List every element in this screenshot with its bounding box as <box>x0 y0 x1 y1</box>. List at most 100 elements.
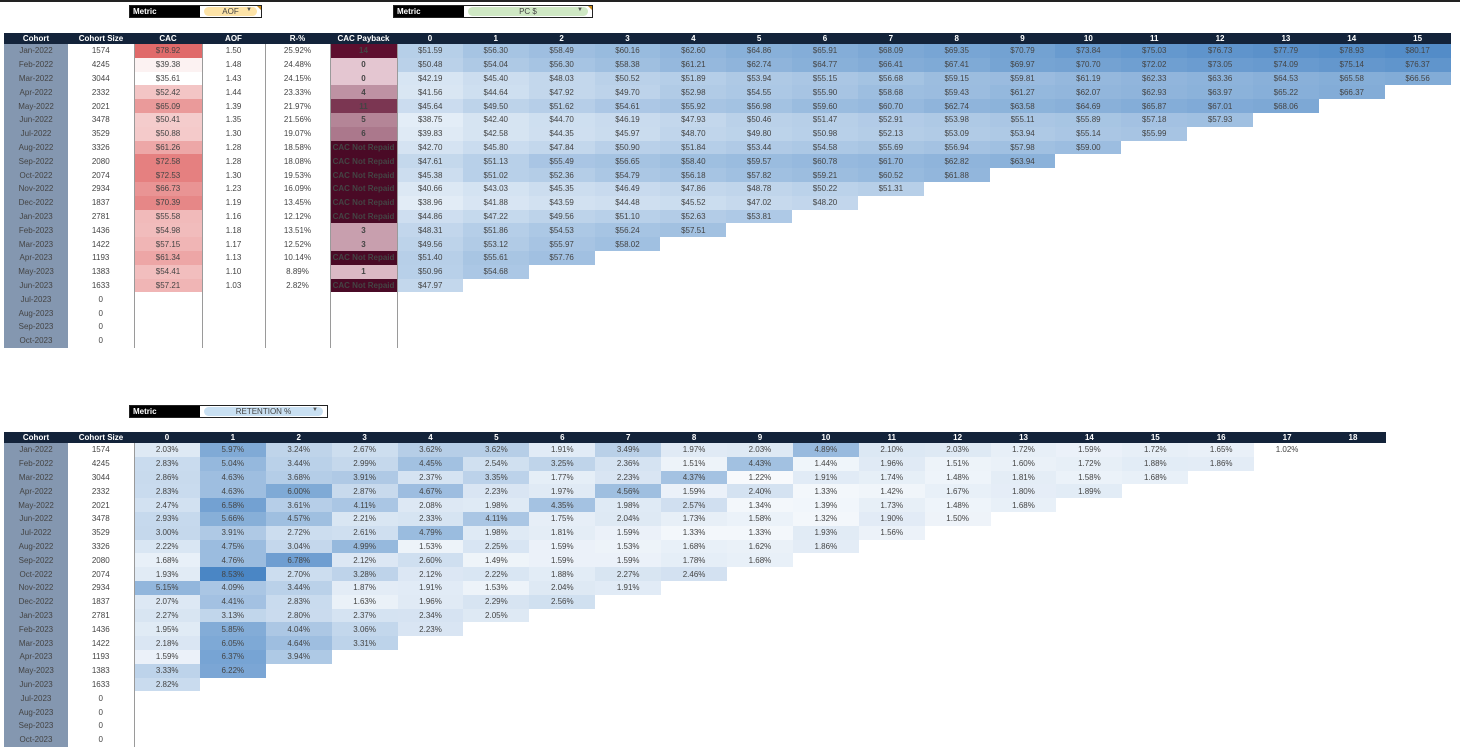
cohort-cell[interactable]: Jun-2023 <box>4 278 68 293</box>
aof-cell[interactable]: 1.13 <box>202 250 266 265</box>
empty-cell[interactable] <box>1254 622 1320 636</box>
column-header[interactable]: 16 <box>1188 432 1255 443</box>
empty-cell[interactable] <box>991 691 1057 705</box>
cac-cell[interactable]: $65.09 <box>134 99 203 113</box>
empty-cell[interactable] <box>1055 292 1121 306</box>
empty-cell[interactable] <box>1056 705 1122 719</box>
retention-value-cell[interactable]: 1.88% <box>529 567 596 581</box>
cohort-cell[interactable]: Feb-2023 <box>4 223 68 238</box>
retention-value-cell[interactable]: 2.56% <box>529 594 596 609</box>
cohort-size-cell[interactable]: 2332 <box>68 484 135 499</box>
aof-cell[interactable] <box>202 319 266 334</box>
pc-value-cell[interactable]: $62.74 <box>726 57 793 72</box>
empty-cell[interactable] <box>991 581 1057 595</box>
empty-cell[interactable] <box>1253 306 1319 320</box>
empty-cell[interactable] <box>266 664 332 678</box>
empty-cell[interactable] <box>1056 691 1122 705</box>
retention-value-cell[interactable]: 1.44% <box>792 456 859 471</box>
empty-cell[interactable] <box>1122 553 1188 567</box>
empty-cell[interactable] <box>529 320 595 334</box>
empty-cell[interactable] <box>1320 733 1386 747</box>
retention-value-cell[interactable]: 2.07% <box>134 594 200 609</box>
empty-cell[interactable] <box>727 595 793 609</box>
empty-cell[interactable] <box>1188 609 1254 623</box>
empty-cell[interactable] <box>726 334 792 348</box>
retention-value-cell[interactable]: 2.29% <box>463 594 530 609</box>
pc-value-cell[interactable]: $42.40 <box>462 112 529 127</box>
pc-value-cell[interactable]: $67.41 <box>923 57 990 72</box>
empty-cell[interactable] <box>529 609 595 623</box>
empty-cell[interactable] <box>1254 595 1320 609</box>
retention-value-cell[interactable]: 1.88% <box>1122 456 1189 471</box>
cohort-cell[interactable]: Jun-2022 <box>4 511 68 526</box>
empty-cell[interactable] <box>1254 705 1320 719</box>
pc-value-cell[interactable]: $50.98 <box>792 126 858 141</box>
pc-value-cell[interactable]: $77.79 <box>1252 44 1319 58</box>
cohort-cell[interactable]: Feb-2022 <box>4 456 68 471</box>
aof-cell[interactable]: 1.48 <box>202 57 266 72</box>
retention-value-cell[interactable]: 2.57% <box>661 498 728 512</box>
retention-pct-cell[interactable]: 21.97% <box>265 99 331 113</box>
empty-cell[interactable] <box>1320 622 1386 636</box>
empty-cell[interactable] <box>1254 526 1320 540</box>
retention-value-cell[interactable]: 1.72% <box>1122 443 1189 457</box>
empty-cell[interactable] <box>1320 691 1386 705</box>
retention-pct-cell[interactable]: 24.48% <box>265 57 331 72</box>
pc-value-cell[interactable]: $64.53 <box>1252 71 1319 86</box>
retention-value-cell[interactable]: 1.98% <box>463 498 530 512</box>
empty-cell[interactable] <box>1254 636 1320 650</box>
pc-value-cell[interactable]: $43.59 <box>528 195 595 210</box>
pc-value-cell[interactable]: $61.88 <box>923 168 990 182</box>
cohort-size-cell[interactable]: 2781 <box>68 608 135 623</box>
pc-value-cell[interactable]: $62.82 <box>923 154 990 169</box>
retention-value-cell[interactable]: 2.72% <box>265 525 332 540</box>
retention-value-cell[interactable]: 1.68% <box>727 553 793 568</box>
retention-pct-cell[interactable] <box>265 319 331 334</box>
pc-value-cell[interactable]: $65.22 <box>1252 85 1319 100</box>
empty-cell[interactable] <box>859 650 925 664</box>
retention-value-cell[interactable]: 3.06% <box>331 622 398 637</box>
empty-cell[interactable] <box>595 636 661 650</box>
empty-cell[interactable] <box>1122 664 1188 678</box>
empty-cell[interactable] <box>200 705 266 719</box>
pc-value-cell[interactable]: $56.18 <box>660 168 727 182</box>
cac-payback-cell[interactable]: CAC Not Repaid <box>330 278 398 293</box>
cac-cell[interactable]: $55.58 <box>134 209 203 224</box>
cohort-size-cell[interactable]: 0 <box>68 691 135 706</box>
cohort-cell[interactable]: Oct-2022 <box>4 168 68 182</box>
column-header[interactable]: 4 <box>397 432 464 443</box>
pc-value-cell[interactable]: $55.11 <box>989 112 1056 127</box>
empty-cell[interactable] <box>858 279 924 293</box>
empty-cell[interactable] <box>1122 540 1188 554</box>
retention-value-cell[interactable]: 3.31% <box>331 636 398 650</box>
retention-value-cell[interactable]: 1.68% <box>661 539 728 554</box>
empty-cell[interactable] <box>1253 292 1319 306</box>
empty-cell[interactable] <box>1385 237 1451 251</box>
empty-cell[interactable] <box>1121 154 1187 168</box>
column-header[interactable]: 3 <box>331 432 398 443</box>
pc-value-cell[interactable]: $45.80 <box>462 140 529 155</box>
empty-cell[interactable] <box>1122 581 1188 595</box>
empty-cell[interactable] <box>1319 154 1385 168</box>
empty-cell[interactable] <box>1385 196 1451 210</box>
empty-cell[interactable] <box>858 210 924 224</box>
empty-cell[interactable] <box>1188 512 1254 526</box>
retention-value-cell[interactable]: 2.18% <box>134 636 200 650</box>
pc-value-cell[interactable]: $76.37 <box>1384 57 1451 72</box>
retention-value-cell[interactable]: 1.63% <box>331 594 398 609</box>
retention-value-cell[interactable]: 2.47% <box>134 498 200 512</box>
column-header[interactable]: 13 <box>990 432 1057 443</box>
empty-cell[interactable] <box>1122 622 1188 636</box>
empty-cell[interactable] <box>1319 168 1385 182</box>
empty-cell[interactable] <box>859 691 925 705</box>
pc-value-cell[interactable]: $50.90 <box>594 140 661 155</box>
cohort-cell[interactable]: Sep-2022 <box>4 553 68 568</box>
column-header[interactable]: R-% <box>265 33 330 44</box>
cohort-size-cell[interactable]: 1436 <box>68 622 135 637</box>
pc-value-cell[interactable]: $64.69 <box>1055 99 1122 113</box>
empty-cell[interactable] <box>398 719 464 733</box>
retention-value-cell[interactable]: 1.58% <box>727 511 793 526</box>
empty-cell[interactable] <box>1254 567 1320 581</box>
empty-cell[interactable] <box>266 719 332 733</box>
empty-cell[interactable] <box>991 540 1057 554</box>
